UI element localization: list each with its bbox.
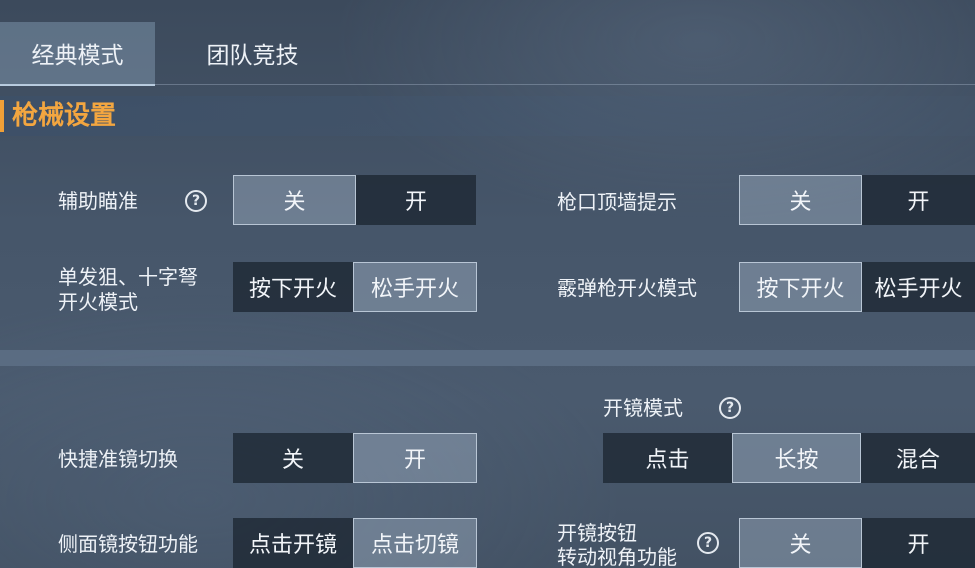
sniper-press-fire-button[interactable]: 按下开火 [233,262,353,312]
scope-rotate-label-line1: 开镜按钮 [557,521,637,545]
scope-mode-toggle: 点击 长按 混合 [603,433,975,483]
tab-label: 团队竞技 [206,43,299,69]
sniper-fire-toggle: 按下开火 松手开火 [233,262,477,312]
section-accent-bar [0,100,4,132]
tab-label: 经典模式 [31,43,124,69]
shotgun-fire-label: 霰弹枪开火模式 [557,276,697,300]
sniper-fire-label-line1: 单发狙、十字弩 [58,265,198,289]
scope-mode-hold-button[interactable]: 长按 [732,433,861,483]
quick-scope-label: 快捷准镜切换 [58,447,178,471]
scope-mode-mixed-button[interactable]: 混合 [861,433,975,483]
shotgun-press-fire-button[interactable]: 按下开火 [739,262,862,312]
scope-mode-tap-button[interactable]: 点击 [603,433,732,483]
sniper-fire-label-line2: 开火模式 [58,290,138,314]
shotgun-fire-toggle: 按下开火 松手开火 [739,262,975,312]
scope-rotate-on-button[interactable]: 开 [862,518,975,568]
quick-scope-toggle: 关 开 [233,433,477,483]
tab-team-deathmatch[interactable]: 团队竞技 [160,22,345,84]
muzzle-wall-toggle: 关 开 [739,175,975,225]
sniper-release-fire-button[interactable]: 松手开火 [353,262,477,312]
scope-rotate-label-line2: 转动视角功能 [557,545,677,568]
section-title: 枪械设置 [12,101,117,131]
mode-tab-bar: 经典模式 团队竞技 [0,0,975,86]
side-scope-toggle: 点击开镜 点击切镜 [233,518,477,568]
shotgun-release-fire-button[interactable]: 松手开火 [862,262,975,312]
aim-assist-off-button[interactable]: 关 [233,175,356,225]
question-circle-icon[interactable]: ? [185,190,207,212]
quick-scope-off-button[interactable]: 关 [233,433,353,483]
aim-assist-toggle: 关 开 [233,175,476,225]
scope-rotate-off-button[interactable]: 关 [739,518,862,568]
muzzle-wall-on-button[interactable]: 开 [862,175,975,225]
muzzle-wall-label: 枪口顶墙提示 [557,190,677,214]
side-scope-tap-open-button[interactable]: 点击开镜 [233,518,353,568]
aim-assist-label: 辅助瞄准 [58,189,138,213]
scope-rotate-toggle: 关 开 [739,518,975,568]
section-header [0,96,975,136]
quick-scope-on-button[interactable]: 开 [353,433,477,483]
section-divider [0,350,975,366]
question-circle-icon[interactable]: ? [697,532,719,554]
side-scope-tap-switch-button[interactable]: 点击切镜 [353,518,477,568]
scope-mode-label: 开镜模式 [603,396,683,420]
muzzle-wall-off-button[interactable]: 关 [739,175,862,225]
tab-divider [0,84,975,85]
aim-assist-on-button[interactable]: 开 [356,175,476,225]
question-circle-icon[interactable]: ? [719,397,741,419]
side-scope-label: 侧面镜按钮功能 [58,532,198,556]
tab-classic-mode[interactable]: 经典模式 [0,22,155,86]
